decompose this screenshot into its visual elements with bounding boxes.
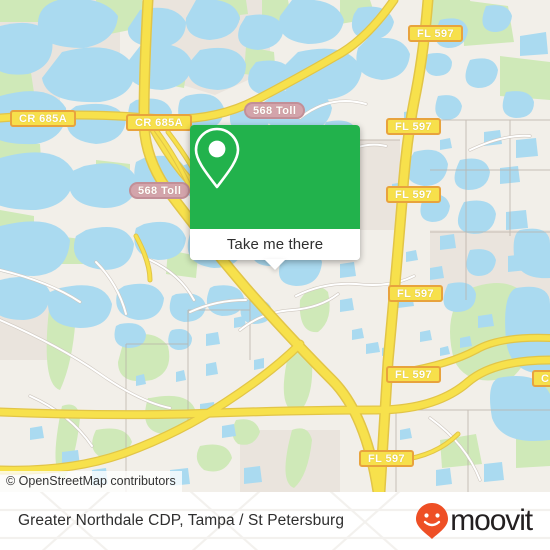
road-shield-cr-truncated: CR [532, 370, 550, 387]
road-shield-cr-685a: CR 685A [10, 110, 77, 127]
location-popup-card[interactable]: Take me there [190, 125, 360, 270]
map-attribution[interactable]: © OpenStreetMap contributors [0, 471, 182, 492]
location-title: Greater Northdale CDP, Tampa / St Peters… [18, 512, 345, 529]
take-me-there-button[interactable]: Take me there [190, 229, 360, 260]
road-shield-cr-685a: CR 685A [126, 114, 193, 131]
road-shield-568-toll: 568 Toll [244, 102, 306, 119]
moovit-wordmark: moovit [450, 504, 533, 537]
screenshot-root: FL 597 CR 685A CR 685A 568 Toll FL 597 5… [0, 0, 550, 550]
popup-image-area [190, 125, 360, 229]
footer-bar: Greater Northdale CDP, Tampa / St Peters… [0, 492, 550, 550]
road-shield-568-toll: 568 Toll [129, 182, 191, 199]
map-canvas[interactable]: FL 597 CR 685A CR 685A 568 Toll FL 597 5… [0, 0, 550, 492]
moovit-logo[interactable]: moovit [415, 502, 533, 540]
map-pin-icon [194, 127, 240, 189]
moovit-smiley-pin-icon [416, 503, 449, 539]
road-shield-fl-597: FL 597 [408, 25, 464, 42]
road-shield-fl-597: FL 597 [386, 366, 442, 383]
road-shield-fl-597: FL 597 [386, 118, 442, 135]
road-shield-fl-597: FL 597 [386, 186, 442, 203]
road-shield-fl-597: FL 597 [388, 285, 444, 302]
popup-pointer [264, 259, 286, 270]
road-shield-fl-597: FL 597 [359, 450, 415, 467]
